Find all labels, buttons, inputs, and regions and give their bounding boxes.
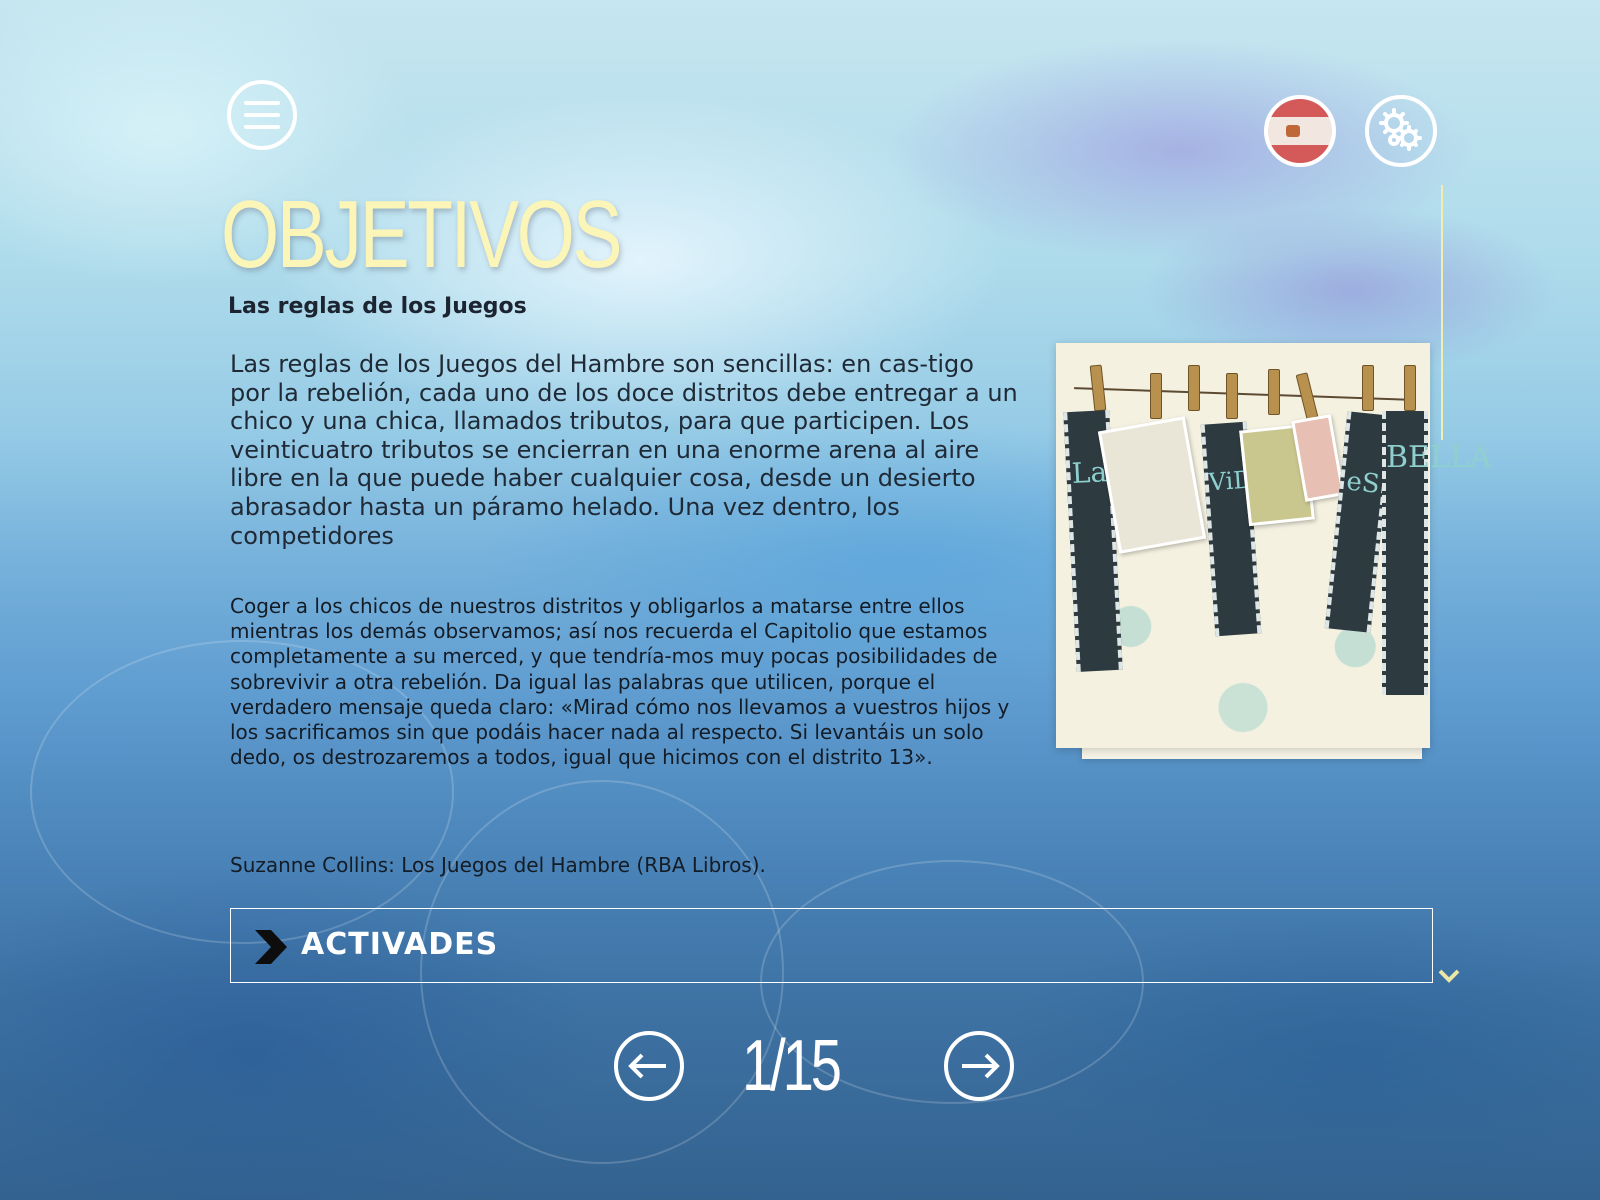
clothespin [1089, 364, 1107, 412]
clothespin [1404, 365, 1416, 411]
clothespin [1226, 373, 1238, 419]
accent-divider [1441, 185, 1443, 440]
hamburger-icon-line [244, 101, 280, 105]
activities-label: ACTIVADES [301, 927, 499, 962]
illustration-image: La ViDA eS BELLA [1056, 343, 1491, 763]
section-subtitle: Las reglas de los Juegos [228, 294, 527, 319]
clothespin [1268, 369, 1280, 415]
activities-panel[interactable]: ACTIVADES [230, 908, 1433, 983]
menu-button[interactable] [227, 80, 297, 150]
chevron-down-icon[interactable] [1437, 968, 1461, 984]
language-button[interactable] [1264, 95, 1336, 167]
clothespin [1362, 365, 1374, 411]
previous-page-button[interactable] [614, 1031, 684, 1101]
page-title: OBJETIVOS [221, 181, 623, 288]
settings-button[interactable] [1365, 95, 1437, 167]
intro-paragraph: Las reglas de los Juegos del Hambre son … [230, 350, 1018, 550]
clothespin [1188, 365, 1200, 411]
quote-paragraph: Coger a los chicos de nuestros distritos… [230, 594, 1010, 770]
hamburger-icon-line [244, 125, 280, 129]
clothespin [1150, 373, 1162, 419]
arrow-left-icon [628, 1053, 666, 1079]
source-citation: Suzanne Collins: Los Juegos del Hambre (… [230, 853, 766, 877]
page-indicator: 1/15 [742, 1026, 842, 1106]
next-page-button[interactable] [944, 1031, 1014, 1101]
hamburger-icon-line [244, 113, 280, 117]
gears-icon [1379, 108, 1422, 151]
chevron-right-icon [255, 930, 287, 964]
arrow-right-icon [962, 1053, 1000, 1079]
film-strip-far-right: BELLA [1382, 411, 1491, 695]
